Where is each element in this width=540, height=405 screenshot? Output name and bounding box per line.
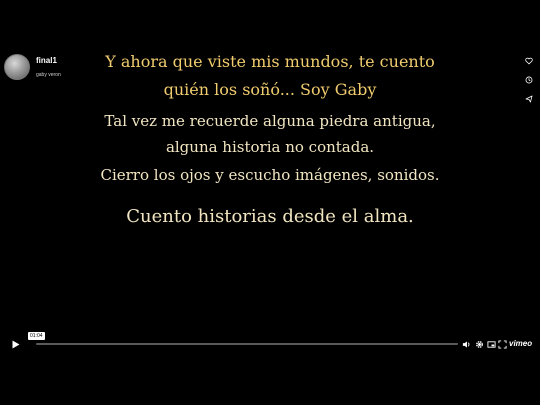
play-icon [12, 340, 20, 348]
volume-icon[interactable] [461, 339, 471, 349]
control-bar: 01:04 vimeo [0, 332, 540, 354]
progress-bar[interactable] [36, 343, 458, 345]
pip-icon[interactable] [486, 339, 496, 349]
current-time: 01:04 [28, 332, 45, 340]
vimeo-logo[interactable]: vimeo [509, 339, 532, 349]
poem-line-5: Cierro los ojos y escucho imágenes, soni… [100, 166, 440, 184]
poem-line-2: quién los soñó... Soy Gaby [163, 80, 377, 99]
poem-line-4: alguna historia no contada. [165, 138, 375, 156]
settings-icon[interactable] [474, 339, 484, 349]
fullscreen-icon[interactable] [497, 339, 507, 349]
poem-line-3: Tal vez me recuerde alguna piedra antigu… [104, 112, 436, 130]
video-player[interactable]: final1 gaby veron Y ahora que viste mis … [0, 0, 540, 405]
poem-line-1: Y ahora que viste mis mundos, te cuento [105, 52, 435, 71]
poem-line-6: Cuento historias desde el alma. [126, 206, 414, 227]
author-name[interactable]: gaby veron [36, 72, 61, 78]
play-button[interactable] [10, 338, 22, 350]
